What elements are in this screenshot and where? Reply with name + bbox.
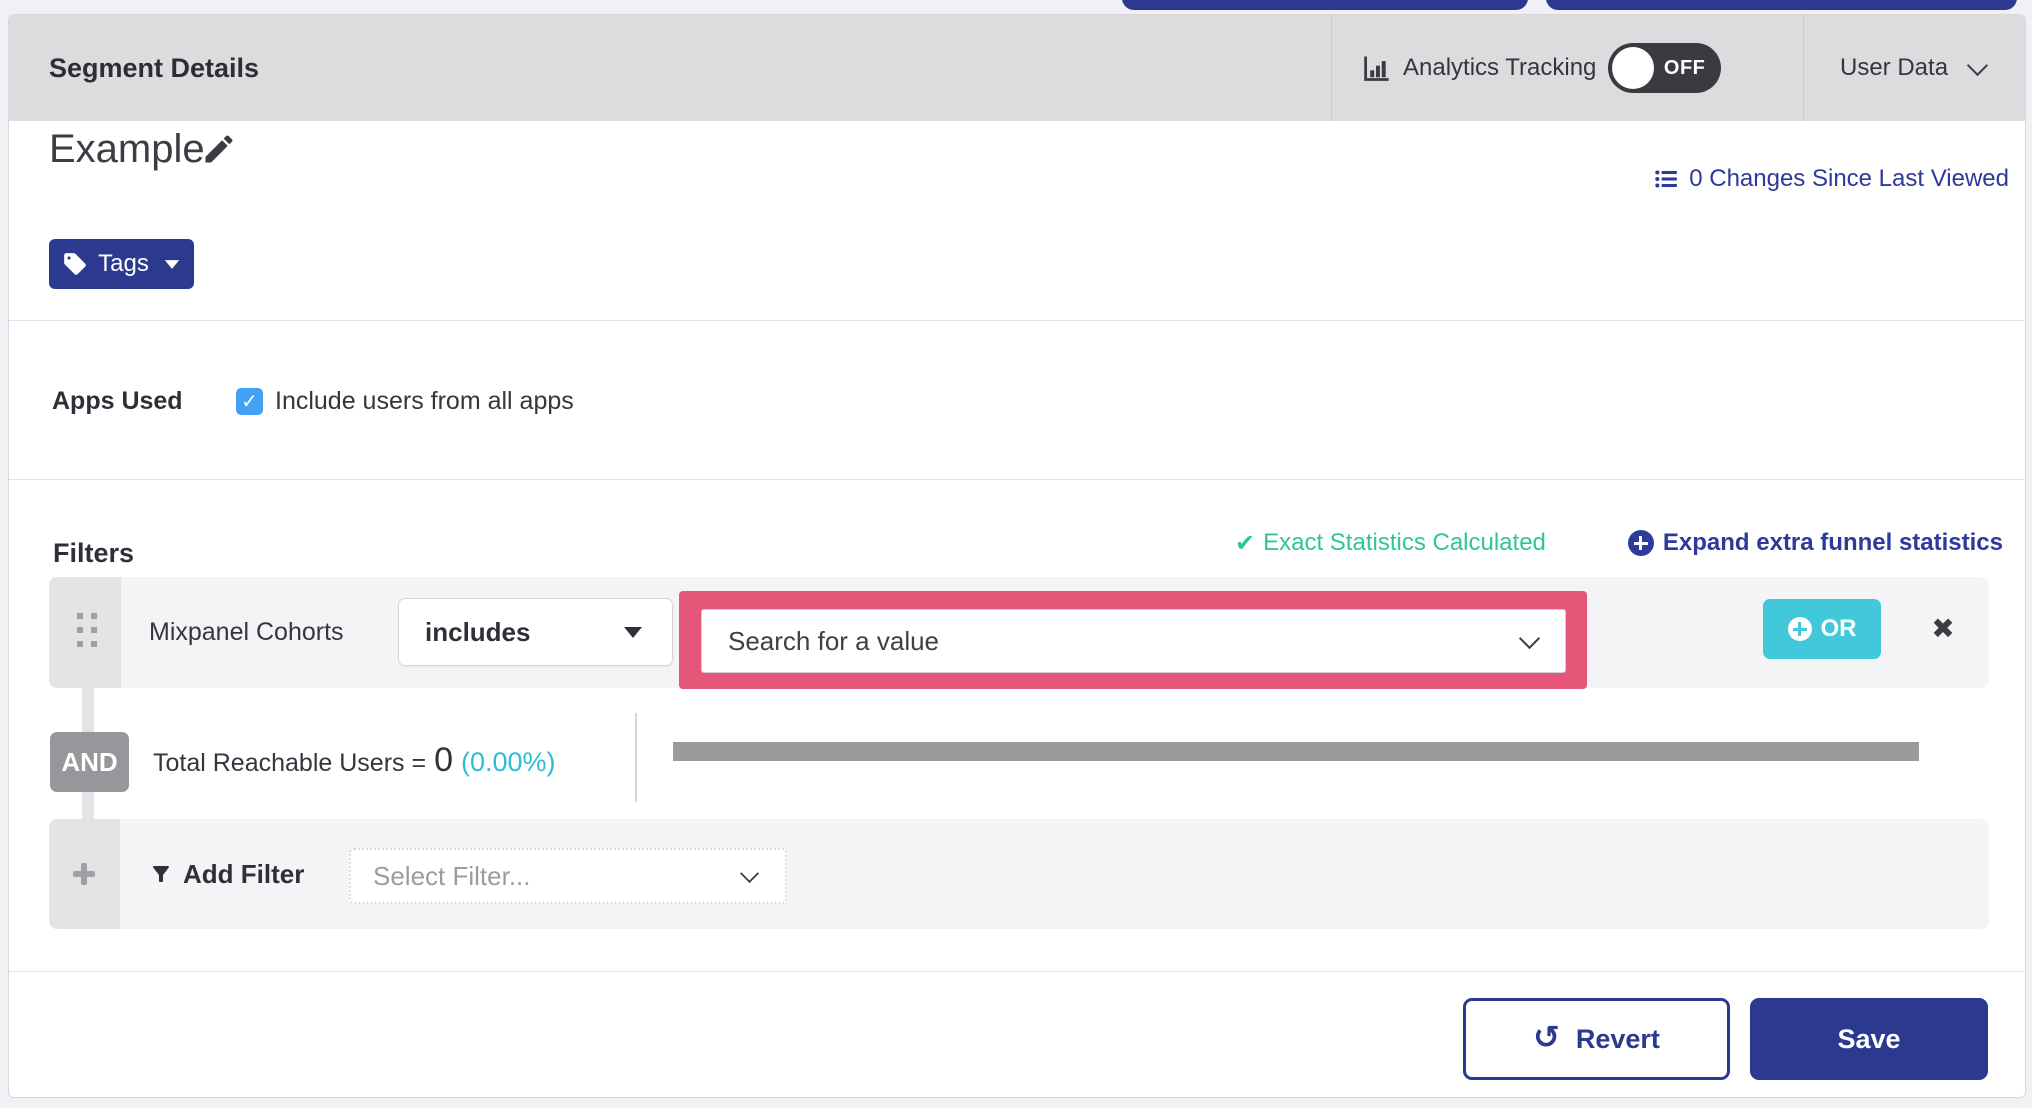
- chevron-down-icon: [1966, 54, 1989, 76]
- and-label: AND: [61, 746, 118, 777]
- stats-divider: [635, 713, 637, 802]
- toggle-state-label: OFF: [1663, 57, 1706, 79]
- section-divider: [9, 971, 2025, 972]
- filters-heading: Filters: [53, 538, 135, 568]
- changes-since-last-viewed-link[interactable]: 0 Changes Since Last Viewed: [1653, 161, 2009, 197]
- chevron-down-icon: [739, 863, 760, 883]
- bar-chart-icon: [1361, 53, 1391, 83]
- highlight-annotation: Search for a value: [679, 591, 1587, 689]
- segment-name: Example: [49, 127, 205, 171]
- select-filter-dropdown[interactable]: Select Filter...: [349, 848, 787, 904]
- or-button-label: OR: [1820, 615, 1857, 642]
- edit-pencil-icon[interactable]: [201, 131, 237, 167]
- tags-button-label: Tags: [98, 250, 149, 277]
- revert-button-label: Revert: [1575, 1023, 1660, 1054]
- value-select-placeholder: Search for a value: [728, 625, 940, 656]
- analytics-tracking-toggle[interactable]: OFF: [1608, 43, 1722, 93]
- chevron-down-icon: [1518, 627, 1541, 649]
- caret-down-icon: [624, 626, 642, 638]
- reachable-percent: (0.00%): [460, 747, 556, 777]
- operator-value: includes: [425, 616, 531, 647]
- add-filter-strip[interactable]: [49, 819, 120, 929]
- save-button[interactable]: Save: [1750, 998, 1988, 1080]
- reachable-label: Total Reachable Users =: [153, 749, 427, 777]
- tags-button[interactable]: Tags: [49, 239, 194, 289]
- list-icon: [1653, 166, 1679, 192]
- analytics-tracking-group: Analytics Tracking OFF: [1361, 15, 1722, 121]
- filter-attribute-label: Mixpanel Cohorts: [149, 618, 344, 646]
- user-data-label: User Data: [1840, 54, 1949, 81]
- cutoff-tab-button-left[interactable]: [1122, 0, 1528, 10]
- changes-link-label: 0 Changes Since Last Viewed: [1689, 165, 2009, 192]
- segment-details-card: Segment Details Analytics Tracking OFF U…: [8, 14, 2026, 1098]
- and-conjunction-badge: AND: [50, 732, 129, 792]
- plus-icon: [73, 863, 95, 885]
- include-all-apps-label: Include users from all apps: [275, 387, 574, 415]
- add-filter-label: Add Filter: [183, 858, 305, 889]
- funnel-icon: [149, 862, 173, 886]
- value-search-select[interactable]: Search for a value: [701, 609, 1566, 673]
- reachable-progress-bar: [673, 742, 1919, 761]
- section-divider: [9, 320, 2025, 321]
- total-reachable-users: Total Reachable Users = 0 (0.00%): [153, 733, 556, 793]
- header-divider: [1803, 15, 1804, 121]
- remove-filter-button[interactable]: ✖: [1927, 613, 1959, 645]
- expand-funnel-label: Expand extra funnel statistics: [1662, 529, 2003, 556]
- section-divider: [9, 479, 2025, 480]
- user-data-dropdown[interactable]: User Data: [1840, 15, 1989, 121]
- tag-icon: [62, 251, 88, 277]
- page-title: Segment Details: [49, 53, 260, 83]
- revert-button[interactable]: ↺ Revert: [1463, 998, 1730, 1080]
- header-divider: [1331, 15, 1332, 121]
- plus-circle-icon: [1787, 617, 1812, 641]
- reachable-value: 0: [434, 741, 453, 779]
- analytics-tracking-label: Analytics Tracking: [1403, 54, 1597, 81]
- drag-dots-icon: [77, 613, 97, 647]
- operator-select[interactable]: includes: [398, 598, 673, 666]
- exact-statistics-label: Exact Statistics Calculated: [1263, 529, 1546, 556]
- cutoff-tab-button-right[interactable]: [1546, 0, 2017, 10]
- add-filter-label-group: Add Filter: [149, 819, 304, 929]
- include-all-apps-checkbox[interactable]: ✓: [236, 388, 263, 415]
- checkmark-icon: ✓: [241, 391, 258, 413]
- header-bar: Segment Details Analytics Tracking OFF U…: [9, 15, 2025, 121]
- apps-used-label: Apps Used: [52, 387, 183, 415]
- plus-circle-icon: [1627, 530, 1654, 556]
- toggle-knob: [1612, 47, 1655, 89]
- filter-row-drag-handle[interactable]: [49, 577, 121, 688]
- exact-statistics-status: ✔ Exact Statistics Calculated: [1235, 525, 1546, 561]
- save-button-label: Save: [1837, 1023, 1901, 1054]
- caret-down-icon: [164, 259, 180, 269]
- add-or-condition-button[interactable]: OR: [1763, 599, 1881, 659]
- expand-funnel-statistics-link[interactable]: Expand extra funnel statistics: [1627, 525, 2003, 561]
- select-filter-placeholder: Select Filter...: [373, 860, 531, 891]
- check-icon: ✔: [1235, 529, 1256, 557]
- revert-icon: ↺: [1533, 1018, 1560, 1056]
